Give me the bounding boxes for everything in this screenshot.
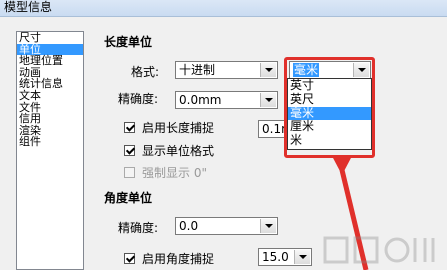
nav-item-components[interactable]: 组件 [17,136,83,148]
format-select-value: 十进制 [179,63,216,77]
length-snap-checkbox[interactable] [124,122,135,133]
length-precision-value: 0.0mm [179,93,222,107]
angle-precision-label: 精确度: [118,221,159,235]
category-list[interactable]: 尺寸 单位 地理位置 动画 统计信息 文本 文件 信用 渲染 组件 [16,31,84,270]
format-label: 格式: [131,65,160,79]
angle-snap-label: 启用角度捕捉 [142,252,215,266]
length-precision-select[interactable]: 0.0mm [175,91,278,109]
show-unit-format-checkbox[interactable] [124,145,135,156]
force-zero-label: 强制显示 0" [142,166,207,180]
angle-snap-select[interactable]: 15.0 [258,248,312,266]
angle-precision-select[interactable]: 0.0 [175,217,278,235]
show-unit-format-label: 显示单位格式 [142,144,215,158]
length-precision-label: 精确度: [118,92,159,106]
force-zero-checkbox[interactable] [124,167,135,178]
title-bar: 模型信息 [0,0,447,17]
chevron-down-icon[interactable] [294,250,310,264]
nav-item-text[interactable]: 文本 [17,90,83,102]
window-title: 模型信息 [4,0,53,14]
chevron-down-icon[interactable] [260,93,276,107]
angle-units-heading: 角度单位 [104,191,153,205]
angle-snap-value: 15.0 [262,250,289,264]
nav-item-credits[interactable]: 信用 [17,113,83,125]
nav-item-size[interactable]: 尺寸 [17,32,83,44]
chevron-down-icon[interactable] [260,63,276,77]
length-units-heading: 长度单位 [104,35,153,49]
annotation-highlight-box [284,57,375,158]
angle-precision-value: 0.0 [179,219,199,233]
angle-snap-checkbox[interactable] [124,253,135,264]
watermark-logo-icon [323,236,435,264]
length-snap-label: 启用长度捕捉 [142,121,215,135]
format-select[interactable]: 十进制 [175,61,278,79]
chevron-down-icon[interactable] [260,219,276,233]
